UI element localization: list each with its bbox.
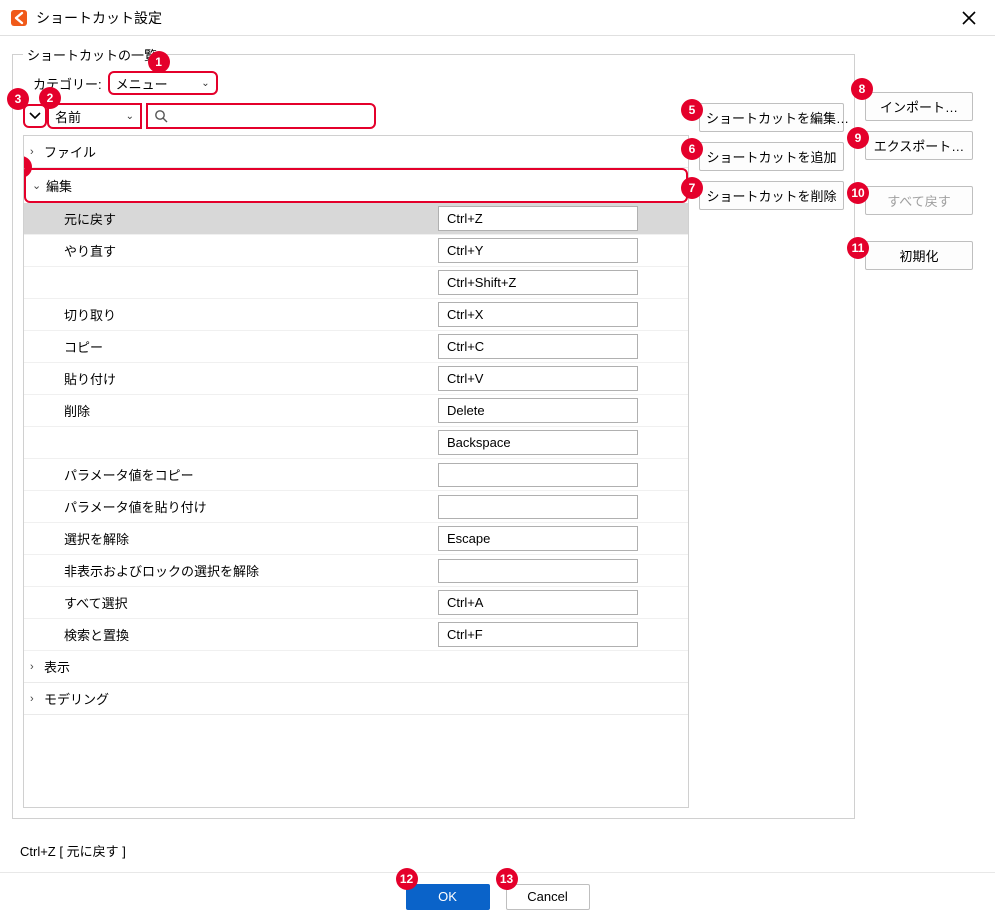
table-row[interactable]: パラメータ値をコピー xyxy=(24,459,688,491)
table-row[interactable]: 貼り付けCtrl+V xyxy=(24,363,688,395)
expand-all-button[interactable] xyxy=(23,104,47,128)
shortcut-value[interactable]: Backspace xyxy=(438,430,638,455)
group-name: 編集 xyxy=(46,176,72,195)
table-row[interactable]: Ctrl+Shift+Z xyxy=(24,267,688,299)
add-shortcut-button[interactable]: ショートカットを追加 xyxy=(699,142,844,171)
fieldset-legend: ショートカットの一覧 xyxy=(23,45,161,64)
shortcut-value[interactable]: Ctrl+Shift+Z xyxy=(438,270,638,295)
ok-button[interactable]: OK xyxy=(406,884,490,910)
shortcut-value[interactable]: Delete xyxy=(438,398,638,423)
shortcut-value[interactable]: Ctrl+Y xyxy=(438,238,638,263)
group-header[interactable]: › モデリング xyxy=(24,683,688,715)
search-field[interactable] xyxy=(146,103,376,129)
row-name: パラメータ値をコピー xyxy=(24,459,438,490)
category-label: カテゴリー: xyxy=(33,74,102,93)
row-name: 削除 xyxy=(24,395,438,426)
table-row[interactable]: 非表示およびロックの選択を解除 xyxy=(24,555,688,587)
table-row[interactable]: コピーCtrl+C xyxy=(24,331,688,363)
shortcut-value[interactable]: Ctrl+X xyxy=(438,302,638,327)
shortcut-value[interactable] xyxy=(438,559,638,583)
delete-shortcut-button[interactable]: ショートカットを削除 xyxy=(699,181,844,210)
table-row[interactable]: Backspace xyxy=(24,427,688,459)
window-title: ショートカット設定 xyxy=(36,8,953,28)
chevron-down-icon: ⌄ xyxy=(201,78,209,89)
category-select[interactable]: メニュー ⌄ xyxy=(108,71,218,95)
row-name xyxy=(24,277,438,289)
shortcut-value[interactable]: Ctrl+Z xyxy=(438,206,638,231)
shortcut-value[interactable]: Escape xyxy=(438,526,638,551)
cancel-button[interactable]: Cancel xyxy=(506,884,590,910)
table-row[interactable]: すべて選択Ctrl+A xyxy=(24,587,688,619)
app-icon xyxy=(10,9,28,27)
group-header[interactable]: › ファイル xyxy=(24,136,688,168)
close-button[interactable] xyxy=(953,2,985,34)
shortcut-value[interactable]: Ctrl+V xyxy=(438,366,638,391)
row-name: 切り取り xyxy=(24,299,438,330)
group-name: 表示 xyxy=(44,657,70,676)
shortcut-value[interactable] xyxy=(438,463,638,487)
row-name: パラメータ値を貼り付け xyxy=(24,491,438,522)
chevron-down-icon: ⌄ xyxy=(126,111,134,122)
row-name: 貼り付け xyxy=(24,363,438,394)
filter-mode-select[interactable]: 名前 ⌄ xyxy=(47,103,142,129)
status-text: Ctrl+Z [ 元に戻す ] xyxy=(20,841,979,860)
shortcut-value[interactable]: Ctrl+F xyxy=(438,622,638,647)
edit-shortcut-button[interactable]: ショートカットを編集… xyxy=(699,103,844,132)
titlebar: ショートカット設定 xyxy=(0,0,995,36)
group-name: ファイル xyxy=(44,142,96,161)
category-selected: メニュー xyxy=(116,74,168,93)
table-row[interactable]: パラメータ値を貼り付け xyxy=(24,491,688,523)
shortcut-value[interactable]: Ctrl+C xyxy=(438,334,638,359)
shortcut-value[interactable] xyxy=(438,495,638,519)
table-row[interactable]: 元に戻すCtrl+Z xyxy=(24,203,688,235)
group-name: モデリング xyxy=(44,689,109,708)
group-header[interactable]: ⌄ 編集 xyxy=(24,168,688,203)
shortcut-value[interactable]: Ctrl+A xyxy=(438,590,638,615)
row-name: 検索と置換 xyxy=(24,619,438,650)
group-header[interactable]: › 表示 xyxy=(24,651,688,683)
initialize-button[interactable]: 初期化 xyxy=(865,241,973,270)
row-name: 元に戻す xyxy=(24,203,438,234)
chevron-right-icon: › xyxy=(30,661,34,673)
table-row[interactable]: 選択を解除Escape xyxy=(24,523,688,555)
table-row[interactable]: 検索と置換Ctrl+F xyxy=(24,619,688,651)
row-name: 選択を解除 xyxy=(24,523,438,554)
export-button[interactable]: エクスポート… xyxy=(865,131,973,160)
table-row[interactable]: 削除Delete xyxy=(24,395,688,427)
reset-all-button[interactable]: すべて戻す xyxy=(865,186,973,215)
shortcut-tree[interactable]: ›ファイル4⌄編集元に戻すCtrl+Zやり直すCtrl+YCtrl+Shift+… xyxy=(23,135,689,808)
search-input[interactable] xyxy=(174,108,368,125)
row-name: やり直す xyxy=(24,235,438,266)
chevron-down-icon: ⌄ xyxy=(32,179,41,192)
search-icon xyxy=(154,109,168,123)
row-name: すべて選択 xyxy=(24,587,438,618)
table-row[interactable]: 切り取りCtrl+X xyxy=(24,299,688,331)
import-button[interactable]: インポート… xyxy=(865,92,973,121)
filter-mode-value: 名前 xyxy=(55,107,81,126)
chevron-right-icon: › xyxy=(30,146,34,158)
row-name: 非表示およびロックの選択を解除 xyxy=(24,555,438,586)
table-row[interactable]: やり直すCtrl+Y xyxy=(24,235,688,267)
chevron-right-icon: › xyxy=(30,693,34,705)
row-name xyxy=(24,437,438,449)
row-name: コピー xyxy=(24,331,438,362)
